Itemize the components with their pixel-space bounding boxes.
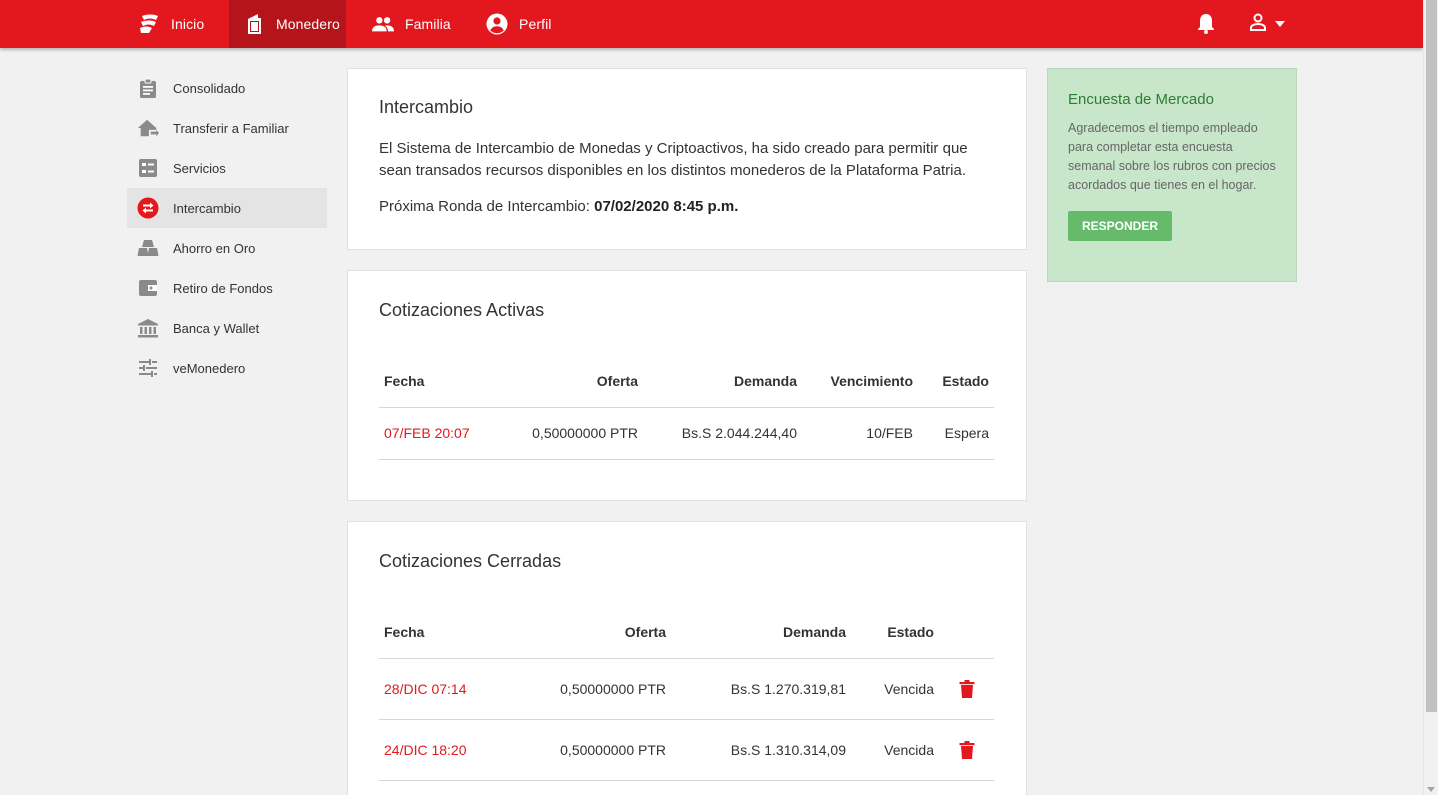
responder-button[interactable]: RESPONDER bbox=[1068, 211, 1173, 241]
cell-fecha[interactable]: 24/DIC 18:20 bbox=[379, 719, 499, 781]
people-icon bbox=[372, 13, 394, 35]
sidebar-item-banca-wallet[interactable]: Banca y Wallet bbox=[127, 308, 327, 348]
col-demanda[interactable]: Demanda bbox=[671, 606, 851, 659]
wallet-icon bbox=[137, 277, 159, 299]
sidebar: Consolidado Transferir a Familiar Servic… bbox=[127, 68, 327, 388]
nav-inicio[interactable]: Inicio bbox=[128, 0, 214, 48]
scrollbar[interactable] bbox=[1423, 0, 1438, 795]
cell-demanda: Bs.S 2.044.244,40 bbox=[643, 407, 802, 460]
tune-sliders-icon bbox=[137, 357, 159, 379]
next-round-label: Próxima Ronda de Intercambio: bbox=[379, 198, 590, 215]
survey-text: Agradecemos el tiempo empleado para comp… bbox=[1068, 121, 1276, 192]
bell-icon[interactable] bbox=[1196, 12, 1218, 36]
sidebar-item-label: veMonedero bbox=[173, 360, 246, 376]
scrollbar-thumb[interactable] bbox=[1426, 0, 1437, 712]
cell-oferta: 0,50000000 PTR bbox=[499, 407, 643, 460]
nav-monedero[interactable]: Monedero bbox=[229, 0, 346, 48]
trash-icon[interactable] bbox=[959, 679, 975, 698]
scroll-down-arrow-icon[interactable] bbox=[1427, 787, 1435, 792]
next-round-value: 07/02/2020 8:45 p.m. bbox=[594, 198, 739, 215]
trash-icon[interactable] bbox=[959, 740, 975, 759]
cell-vencimiento: 10/FEB bbox=[802, 407, 918, 460]
services-icon bbox=[137, 157, 159, 179]
intercambio-title: Intercambio bbox=[379, 97, 474, 117]
nav-monedero-label: Monedero bbox=[276, 16, 340, 32]
exchange-icon bbox=[137, 197, 159, 219]
col-actions bbox=[939, 606, 994, 659]
table-header-row: Fecha Oferta Demanda Estado bbox=[379, 606, 994, 659]
nav-familia[interactable]: Familia bbox=[362, 0, 461, 48]
cell-oferta: 0,50000000 PTR bbox=[499, 719, 671, 781]
cell-demanda: Bs.S 1.270.319,81 bbox=[671, 658, 851, 720]
table-header-row: Fecha Oferta Demanda Vencimiento Estado bbox=[379, 355, 994, 408]
cell-fecha[interactable]: 28/DIC 07:14 bbox=[379, 658, 499, 720]
intercambio-card: Intercambio El Sistema de Intercambio de… bbox=[347, 68, 1027, 250]
bank-icon bbox=[137, 317, 159, 339]
top-navbar: Inicio Monedero Familia Perfil bbox=[0, 0, 1423, 48]
sidebar-item-ahorro-oro[interactable]: Ahorro en Oro bbox=[127, 228, 327, 268]
nav-familia-label: Familia bbox=[405, 16, 451, 32]
col-fecha[interactable]: Fecha bbox=[379, 355, 499, 408]
col-oferta[interactable]: Oferta bbox=[499, 355, 643, 408]
gold-bars-icon bbox=[137, 237, 159, 259]
cotizaciones-cerradas-card: Cotizaciones Cerradas Fecha Oferta Deman… bbox=[347, 521, 1027, 795]
sidebar-item-transferir[interactable]: Transferir a Familiar bbox=[127, 108, 327, 148]
cell-estado: Vencida bbox=[851, 719, 939, 781]
intercambio-description: El Sistema de Intercambio de Monedas y C… bbox=[379, 140, 968, 179]
cell-actions bbox=[939, 719, 994, 781]
cotizaciones-activas-card: Cotizaciones Activas Fecha Oferta Demand… bbox=[347, 270, 1027, 501]
sidebar-item-label: Servicios bbox=[173, 160, 226, 176]
cell-fecha[interactable]: 07/FEB 20:07 bbox=[379, 407, 499, 460]
cell-demanda: Bs.S 1.310.314,09 bbox=[671, 719, 851, 781]
sidebar-item-label: Consolidado bbox=[173, 80, 246, 96]
sidebar-item-vemonedero[interactable]: veMonedero bbox=[127, 348, 327, 388]
sidebar-item-label: Ahorro en Oro bbox=[173, 240, 256, 256]
nav-inicio-label: Inicio bbox=[171, 16, 205, 32]
survey-title: Encuesta de Mercado bbox=[1068, 91, 1214, 108]
cell-actions bbox=[939, 658, 994, 720]
table-row[interactable]: 07/FEB 20:07 0,50000000 PTR Bs.S 2.044.2… bbox=[379, 407, 994, 460]
cell-oferta: 0,50000000 PTR bbox=[499, 658, 671, 720]
col-oferta[interactable]: Oferta bbox=[499, 606, 671, 659]
col-demanda[interactable]: Demanda bbox=[643, 355, 802, 408]
col-vencimiento[interactable]: Vencimiento bbox=[802, 355, 918, 408]
sidebar-item-label: Retiro de Fondos bbox=[173, 280, 273, 296]
cell-estado: Vencida bbox=[851, 658, 939, 720]
col-fecha[interactable]: Fecha bbox=[379, 606, 499, 659]
sidebar-item-intercambio[interactable]: Intercambio bbox=[127, 188, 327, 228]
activas-title: Cotizaciones Activas bbox=[379, 300, 545, 320]
table-row[interactable]: 28/DIC 07:14 0,50000000 PTR Bs.S 1.270.3… bbox=[379, 658, 994, 720]
cerradas-table: Fecha Oferta Demanda Estado 28/DIC 07:14… bbox=[379, 606, 994, 781]
sidebar-item-label: Transferir a Familiar bbox=[173, 120, 289, 136]
activas-table: Fecha Oferta Demanda Vencimiento Estado … bbox=[379, 355, 994, 460]
sidebar-item-servicios[interactable]: Servicios bbox=[127, 148, 327, 188]
table-row[interactable]: 24/DIC 18:20 0,50000000 PTR Bs.S 1.310.3… bbox=[379, 719, 994, 781]
col-estado[interactable]: Estado bbox=[918, 355, 994, 408]
cerradas-title: Cotizaciones Cerradas bbox=[379, 551, 562, 571]
cell-estado: Espera bbox=[918, 407, 994, 460]
sidebar-item-consolidado[interactable]: Consolidado bbox=[127, 68, 327, 108]
sidebar-item-retiro-fondos[interactable]: Retiro de Fondos bbox=[127, 268, 327, 308]
survey-card: Encuesta de Mercado Agradecemos el tiemp… bbox=[1047, 68, 1297, 282]
col-estado[interactable]: Estado bbox=[851, 606, 939, 659]
user-menu[interactable] bbox=[1248, 12, 1292, 36]
nav-perfil[interactable]: Perfil bbox=[476, 0, 562, 48]
chevron-down-icon bbox=[1274, 15, 1286, 33]
sidebar-item-label: Banca y Wallet bbox=[173, 320, 260, 336]
patria-logo-icon bbox=[138, 13, 160, 35]
house-transfer-icon bbox=[137, 117, 159, 139]
next-round: Próxima Ronda de Intercambio: 07/02/2020… bbox=[379, 198, 995, 215]
clipboard-icon bbox=[137, 77, 159, 99]
person-outline-icon bbox=[1248, 12, 1268, 37]
account-circle-icon bbox=[486, 13, 508, 35]
wallet-icon bbox=[243, 13, 265, 35]
nav-perfil-label: Perfil bbox=[519, 16, 552, 32]
sidebar-item-label: Intercambio bbox=[173, 200, 241, 216]
